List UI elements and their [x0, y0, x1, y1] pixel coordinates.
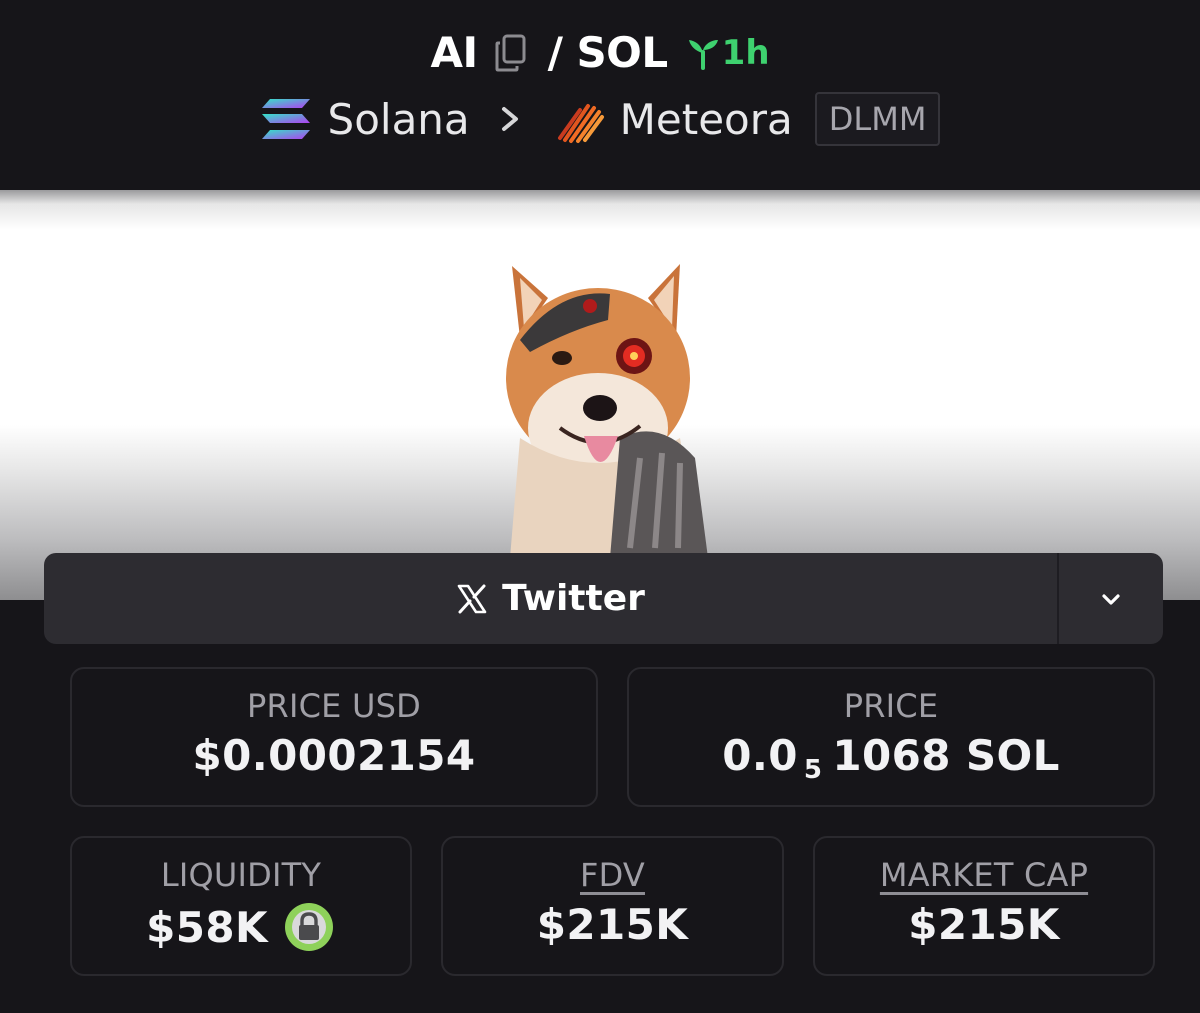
twitter-button[interactable]: Twitter	[44, 553, 1059, 644]
twitter-button-label: Twitter	[502, 578, 645, 619]
lock-icon[interactable]	[282, 900, 336, 954]
market-cap-label[interactable]: MARKET CAP	[880, 856, 1088, 894]
fdv-card: FDV $215K	[441, 836, 784, 976]
breadcrumb: Solana Meteora DLMM	[0, 92, 1200, 146]
fdv-label[interactable]: FDV	[580, 856, 645, 894]
chevron-right-icon	[496, 99, 526, 139]
chevron-down-icon	[1096, 584, 1126, 614]
pair-separator: /	[547, 28, 563, 77]
price-native-label: PRICE	[843, 687, 939, 725]
price-native-zero-count: 5	[803, 754, 823, 785]
pair-age-label: 1h	[721, 32, 770, 73]
chain-link[interactable]: Solana	[328, 95, 470, 144]
social-dropdown-toggle[interactable]	[1059, 553, 1163, 644]
price-native-prefix: 0.0	[722, 731, 798, 780]
dex-link[interactable]: Meteora	[620, 95, 793, 144]
solana-icon	[260, 97, 312, 141]
pair-age: 1h	[686, 33, 770, 73]
pair-title-row: AI / SOL 1h	[0, 28, 1200, 77]
price-native-suffix: 1068 SOL	[832, 731, 1060, 780]
pool-type-badge: DLMM	[814, 92, 941, 146]
liquidity-card: LIQUIDITY $58K	[70, 836, 412, 976]
token-banner-image	[490, 258, 720, 558]
liquidity-value-row: $58K	[146, 900, 336, 954]
market-cap-value: $215K	[908, 900, 1060, 949]
price-native-value: 0.0 5 1068 SOL	[722, 731, 1060, 785]
pair-header: AI / SOL 1h Solana Meteora DLMM	[0, 0, 1200, 190]
meteora-icon	[556, 94, 606, 144]
price-native-card: PRICE 0.0 5 1068 SOL	[627, 667, 1155, 807]
copy-icon[interactable]	[494, 33, 528, 73]
fdv-value: $215K	[536, 900, 689, 949]
liquidity-label: LIQUIDITY	[160, 856, 322, 894]
price-usd-card: PRICE USD $0.0002154	[70, 667, 598, 807]
market-cap-card: MARKET CAP $215K	[813, 836, 1155, 976]
sprout-icon	[686, 36, 720, 70]
price-usd-label: PRICE USD	[247, 687, 421, 725]
social-links-bar: Twitter	[44, 553, 1163, 644]
price-usd-value: $0.0002154	[192, 731, 476, 780]
x-icon	[456, 583, 488, 615]
base-token-symbol: AI	[430, 28, 478, 77]
quote-token-symbol: SOL	[576, 28, 668, 77]
liquidity-value: $58K	[146, 902, 268, 952]
